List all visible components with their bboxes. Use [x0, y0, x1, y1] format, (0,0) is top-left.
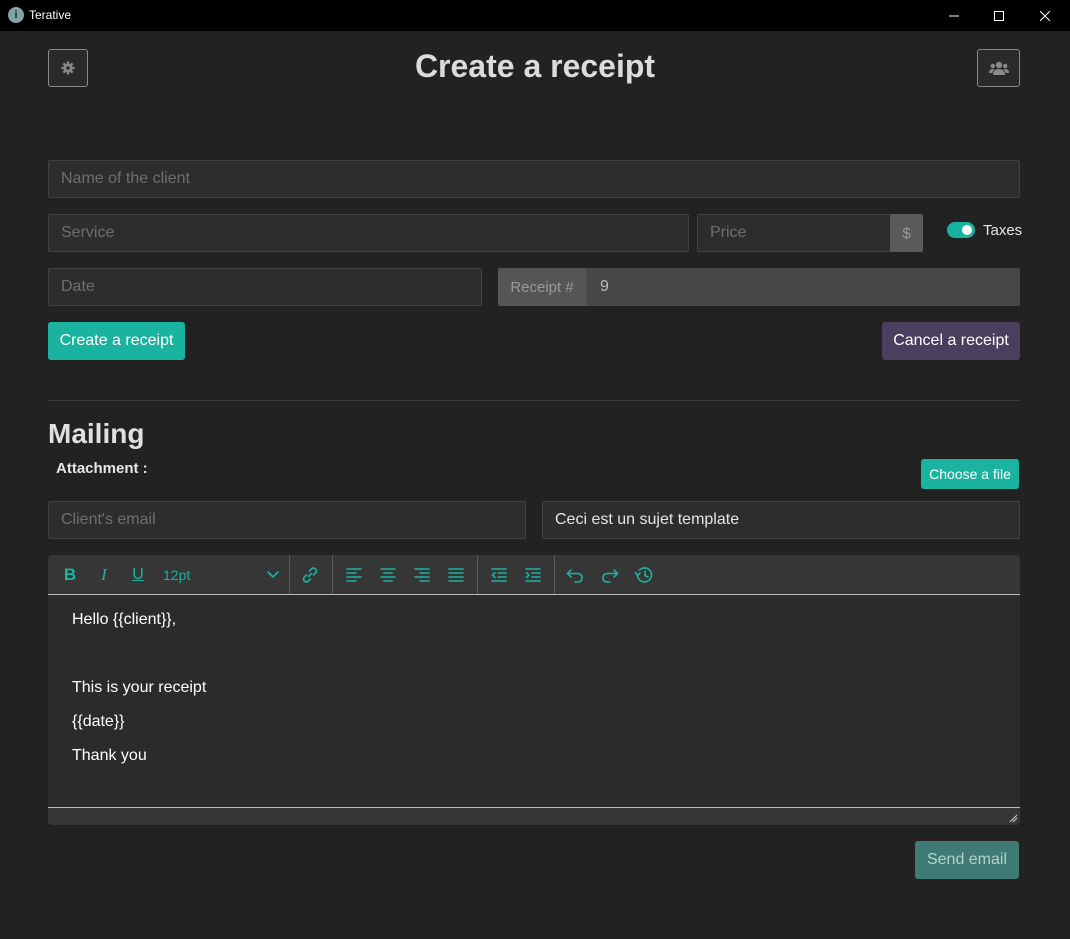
bold-button[interactable]: B [58, 555, 82, 594]
font-size-value: 12pt [163, 566, 191, 583]
italic-button[interactable]: I [92, 555, 116, 594]
toolbar-separator [554, 555, 555, 594]
email-editor: B I U 12pt Hello {{client}}, This is you… [48, 555, 1020, 825]
receipt-number-addon: Receipt # [498, 268, 586, 306]
align-right-button[interactable] [410, 555, 434, 594]
page-title: Create a receipt [414, 48, 656, 84]
close-button[interactable] [1022, 0, 1068, 31]
toolbar-separator [477, 555, 478, 594]
cancel-receipt-button[interactable]: Cancel a receipt [882, 322, 1020, 360]
align-left-icon [346, 567, 362, 582]
align-justify-button[interactable] [444, 555, 468, 594]
font-size-select[interactable]: 12pt [163, 555, 190, 594]
toolbar-separator [332, 555, 333, 594]
subject-input[interactable] [542, 501, 1020, 539]
redo-icon [602, 568, 619, 583]
redo-button[interactable] [598, 555, 622, 594]
choose-file-button[interactable]: Choose a file [921, 459, 1019, 489]
align-center-button[interactable] [376, 555, 400, 594]
outdent-icon [491, 567, 507, 582]
link-icon [302, 566, 318, 583]
window-title: Terative [29, 8, 72, 22]
price-input[interactable] [697, 214, 891, 252]
editor-line: Thank you [72, 747, 147, 764]
font-size-dropdown[interactable] [263, 555, 283, 594]
toggle-knob [962, 225, 972, 235]
taxes-label: Taxes [983, 222, 1023, 239]
italic-icon: I [101, 564, 107, 584]
editor-line: {{date}} [72, 713, 125, 730]
history-icon [634, 566, 653, 583]
align-left-button[interactable] [342, 555, 366, 594]
underline-button[interactable]: U [126, 555, 150, 594]
align-center-icon [380, 567, 396, 582]
editor-line: This is your receipt [72, 679, 207, 696]
resize-handle-icon[interactable] [1009, 814, 1018, 823]
taxes-toggle[interactable] [947, 222, 975, 238]
price-currency-addon: $ [890, 214, 923, 252]
underline-icon: U [132, 565, 144, 583]
indent-icon [525, 567, 541, 582]
editor-content[interactable]: Hello {{client}}, This is your receipt {… [48, 595, 1020, 808]
users-icon [988, 61, 1009, 75]
editor-line: Hello {{client}}, [72, 611, 177, 628]
bold-icon: B [63, 564, 77, 584]
service-input[interactable] [48, 214, 689, 252]
outdent-button[interactable] [487, 555, 511, 594]
editor-statusbar [48, 808, 1020, 825]
undo-button[interactable] [563, 555, 587, 594]
minimize-icon [949, 15, 959, 16]
maximize-icon [994, 10, 1004, 21]
attachment-label: Attachment : [56, 460, 148, 477]
align-right-icon [414, 567, 430, 582]
send-email-button[interactable]: Send email [915, 841, 1019, 879]
maximize-button[interactable] [976, 0, 1022, 31]
client-name-input[interactable] [48, 160, 1020, 198]
window-titlebar [0, 0, 1070, 31]
minimize-button[interactable] [931, 0, 977, 31]
date-input[interactable] [48, 268, 482, 306]
section-divider [48, 400, 1020, 401]
history-button[interactable] [632, 555, 656, 594]
clients-button[interactable] [977, 49, 1020, 87]
create-receipt-button[interactable]: Create a receipt [48, 322, 185, 360]
align-justify-icon [448, 567, 464, 582]
mailing-title: Mailing [48, 418, 145, 449]
indent-button[interactable] [521, 555, 545, 594]
editor-toolbar: B I U 12pt [48, 555, 1020, 595]
undo-icon [566, 568, 583, 583]
link-button[interactable] [298, 555, 322, 594]
chevron-down-icon [267, 570, 279, 578]
toolbar-separator [289, 555, 290, 594]
close-icon [1040, 10, 1050, 21]
receipt-number-field[interactable]: 9 [586, 268, 1020, 306]
app-logo-icon: i [8, 7, 24, 23]
client-email-input[interactable] [48, 501, 526, 539]
